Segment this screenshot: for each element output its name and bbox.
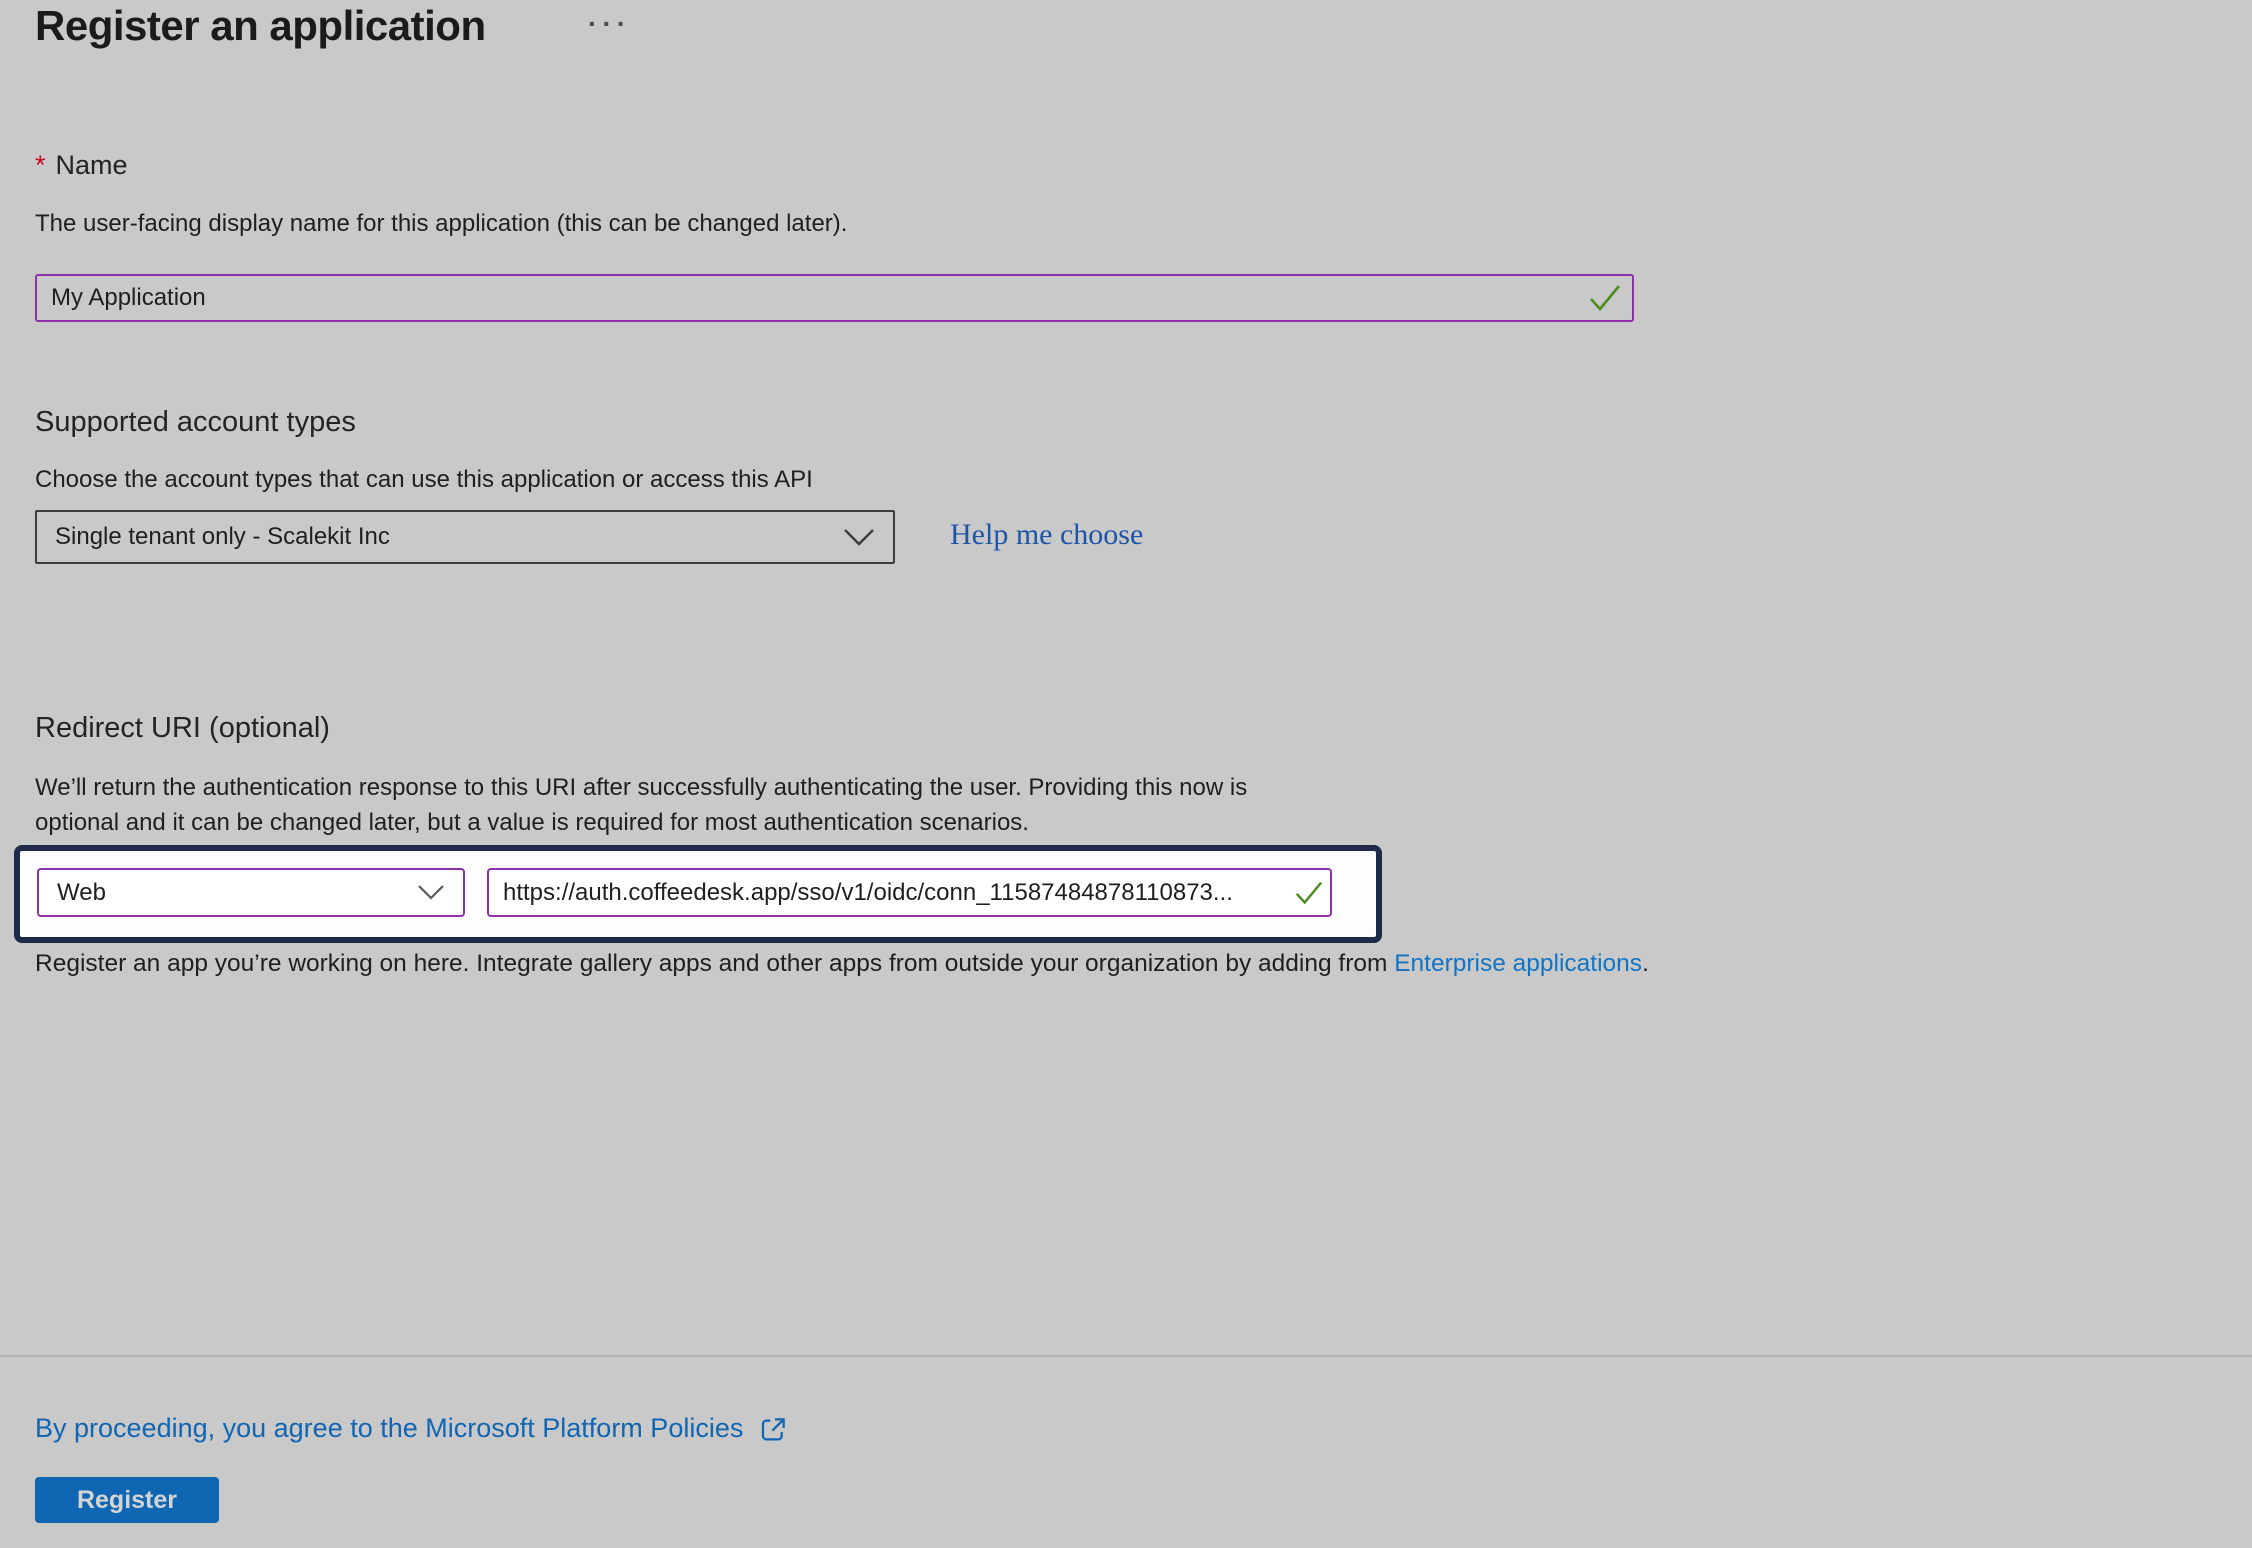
register-note: Register an app you’re working on here. …: [35, 950, 1649, 978]
name-input-wrap: [35, 274, 1634, 322]
platform-dropdown[interactable]: Web: [37, 868, 465, 917]
name-label-text: Name: [56, 150, 128, 180]
redirect-uri-description-line2: optional and it can be changed later, bu…: [35, 805, 1247, 840]
help-me-choose-link[interactable]: Help me choose: [950, 518, 1143, 552]
external-link-icon: [757, 1414, 789, 1446]
platform-dropdown-value: Web: [57, 879, 106, 907]
redirect-uri-description-line1: We’ll return the authentication response…: [35, 770, 1247, 805]
name-description: The user-facing display name for this ap…: [35, 210, 847, 238]
supported-account-types-description: Choose the account types that can use th…: [35, 466, 813, 494]
redirect-uri-description: We’ll return the authentication response…: [35, 770, 1247, 840]
platform-policies-link-text: By proceeding, you agree to the Microsof…: [35, 1413, 743, 1444]
register-button[interactable]: Register: [35, 1477, 219, 1523]
page-title: Register an application: [35, 2, 486, 50]
redirect-uri-input[interactable]: [487, 868, 1332, 917]
enterprise-applications-link[interactable]: Enterprise applications: [1394, 950, 1642, 977]
redirect-uri-heading: Redirect URI (optional): [35, 712, 330, 745]
chevron-down-icon: [417, 884, 445, 901]
divider: [0, 1355, 2252, 1357]
name-input[interactable]: [35, 274, 1634, 322]
more-options-icon[interactable]: ···: [588, 8, 631, 40]
required-asterisk: *: [35, 150, 46, 180]
register-note-text: Register an app you’re working on here. …: [35, 950, 1394, 977]
platform-policies-link[interactable]: By proceeding, you agree to the Microsof…: [35, 1410, 789, 1446]
name-label: * Name: [35, 150, 128, 181]
chevron-down-icon: [843, 528, 875, 547]
register-note-period: .: [1642, 950, 1649, 977]
account-type-dropdown-value: Single tenant only - Scalekit Inc: [55, 523, 390, 551]
redirect-uri-input-wrap: [487, 868, 1332, 917]
account-type-dropdown[interactable]: Single tenant only - Scalekit Inc: [35, 510, 895, 564]
supported-account-types-heading: Supported account types: [35, 406, 356, 439]
